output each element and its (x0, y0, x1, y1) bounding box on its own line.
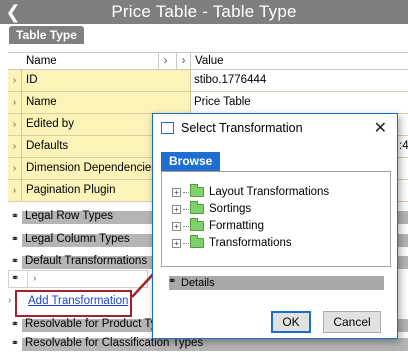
grid-header: Name › › Value (8, 52, 408, 70)
row-name: Pagination Plugin (26, 184, 116, 196)
tree-item-label: Transformations (209, 237, 292, 249)
row-name: ID (26, 74, 38, 86)
tree-item-layout-transformations[interactable]: + Layout Transformations (172, 184, 329, 200)
tree-item-transformations[interactable]: + Transformations (172, 235, 292, 251)
tree-connector (183, 191, 189, 193)
row-value: :4 (399, 140, 408, 152)
chevron-right-icon[interactable]: › (176, 53, 190, 70)
pin-icon[interactable]: ⚭ (8, 210, 22, 223)
details-label: Details (181, 277, 215, 289)
expand-icon[interactable]: › (8, 136, 22, 157)
section-label: Default Transformations (25, 255, 148, 267)
expand-plus-icon[interactable]: + (172, 187, 181, 197)
expand-plus-icon[interactable]: + (172, 221, 181, 231)
expand-icon[interactable]: › (8, 180, 22, 201)
section-label: Legal Column Types (25, 233, 130, 245)
title-bar: ❮ Price Table - Table Type (0, 0, 408, 24)
expand-plus-icon[interactable]: + (172, 238, 181, 248)
expand-icon[interactable]: › (8, 92, 22, 113)
tab-strip: Table Type (0, 24, 408, 46)
folder-icon (190, 201, 204, 214)
column-header-value[interactable]: Value (190, 53, 408, 70)
row-name: Edited by (26, 118, 74, 130)
pin-icon[interactable]: ⚭ (11, 273, 19, 284)
row-name: Name (26, 96, 57, 108)
highlight-box (15, 290, 132, 317)
chevron-right-icon[interactable]: › (33, 273, 36, 284)
grid-row-id[interactable]: › ID stibo.1776444 (8, 70, 408, 92)
tree-item-label: Layout Transformations (209, 186, 330, 198)
section-label: Legal Row Types (25, 210, 114, 222)
column-header-name[interactable]: Name (26, 55, 57, 67)
row-value: stibo.1776444 (194, 74, 267, 86)
tree-item-sortings[interactable]: + Sortings (172, 201, 251, 217)
expand-icon[interactable]: › (8, 158, 22, 179)
tab-browse[interactable]: Browse (161, 152, 221, 171)
pin-icon[interactable]: ⚭ (168, 276, 176, 287)
section-label: Resolvable for Product Ty (25, 318, 157, 330)
ok-button[interactable]: OK (271, 311, 311, 333)
tree-connector (183, 208, 189, 210)
dialog-title-bar: Select Transformation ✕ (153, 114, 397, 142)
row-name: Defaults (26, 140, 69, 152)
tree-item-formatting[interactable]: + Formatting (172, 218, 264, 234)
tree-connector (183, 242, 189, 244)
expand-icon[interactable]: › (8, 70, 22, 91)
chevron-right-icon[interactable]: › (158, 53, 172, 70)
tree-item-label: Formatting (209, 220, 264, 232)
grid-row-name[interactable]: › Name Price Table (8, 92, 408, 114)
folder-icon (190, 235, 204, 248)
dialog-title: Select Transformation (181, 121, 303, 135)
window-icon (161, 122, 174, 134)
window-title: Price Table - Table Type (111, 2, 297, 21)
expand-icon[interactable]: › (8, 114, 22, 135)
folder-icon (190, 184, 204, 197)
pin-icon[interactable]: ⚭ (8, 255, 22, 268)
folder-icon (190, 218, 204, 231)
pin-icon[interactable]: ⚭ (8, 318, 22, 331)
expand-plus-icon[interactable]: + (172, 204, 181, 214)
pin-icon[interactable]: ⚭ (8, 233, 22, 246)
cancel-button[interactable]: Cancel (323, 311, 381, 333)
tree-panel: + Layout Transformations + Sortings + Fo… (161, 171, 391, 267)
row-value: Price Table (194, 96, 251, 108)
select-transformation-dialog: Select Transformation ✕ Browse + Layout … (152, 113, 398, 339)
tab-table-type[interactable]: Table Type (9, 26, 84, 44)
tree-item-label: Sortings (209, 203, 252, 215)
tree-connector (183, 225, 189, 227)
default-transformations-header: ⚭ › (8, 270, 148, 288)
close-icon[interactable]: ✕ (374, 118, 387, 138)
row-name: Dimension Dependencies (26, 162, 158, 174)
column-separator (27, 271, 28, 287)
pin-icon[interactable]: ⚭ (8, 337, 22, 350)
